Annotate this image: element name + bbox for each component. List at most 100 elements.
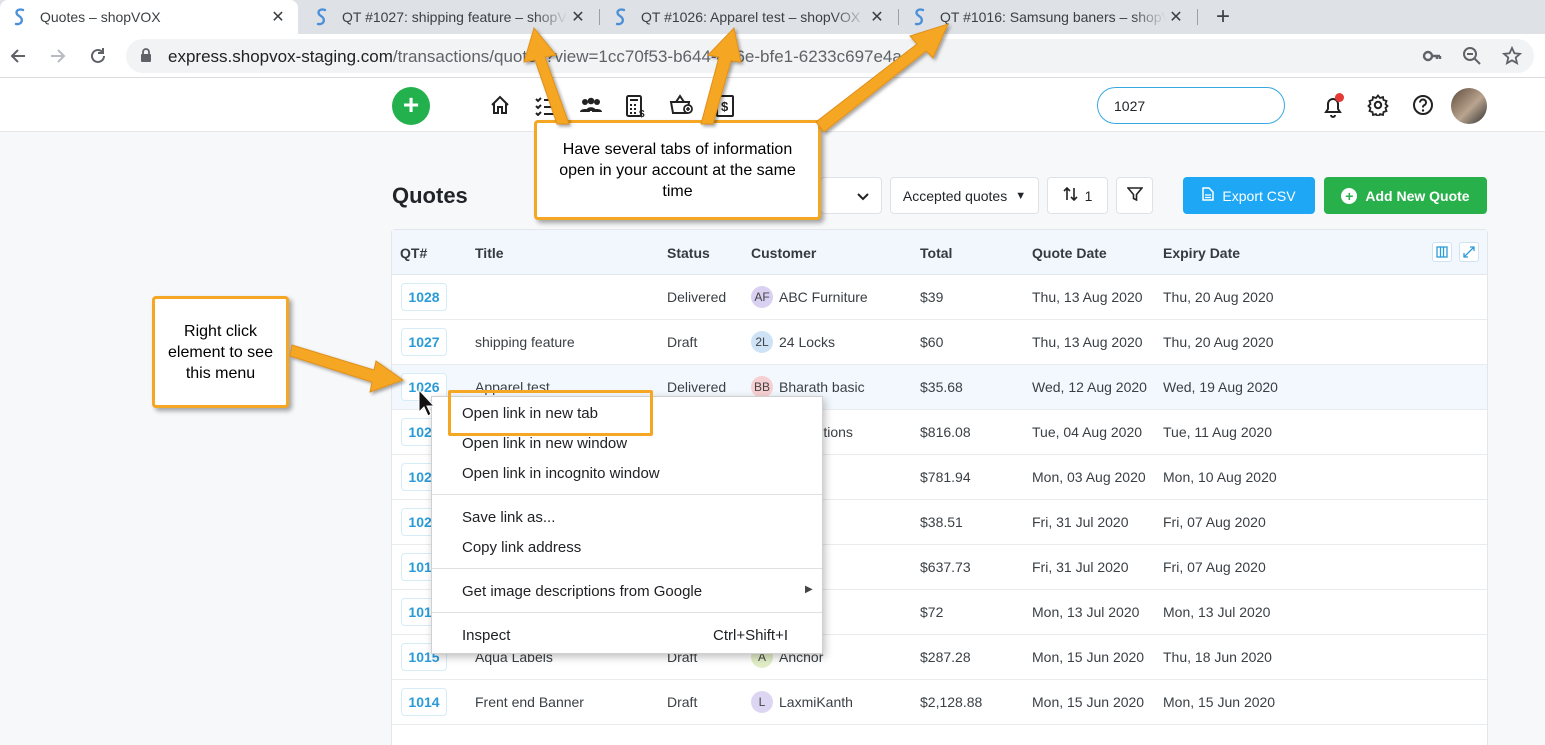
customer-avatar: AF xyxy=(751,286,773,308)
callout-right-click-note: Right click element to see this menu xyxy=(152,296,289,408)
funnel-icon xyxy=(1125,186,1144,205)
quote-status: Delivered xyxy=(667,289,727,305)
quote-total: $287.28 xyxy=(920,649,971,665)
help-icon[interactable] xyxy=(1412,94,1436,118)
inspect-shortcut: Ctrl+Shift+I xyxy=(713,627,789,644)
expiry-date: Thu, 20 Aug 2020 xyxy=(1163,334,1274,350)
menu-item-image-descriptions[interactable]: Get image descriptions from Google xyxy=(462,583,702,600)
reload-icon[interactable] xyxy=(84,42,112,70)
quote-date: Mon, 13 Jul 2020 xyxy=(1032,604,1140,620)
table-row[interactable]: 1028 Delivered AF ABC Furniture $39 Thu, 13 A… xyxy=(392,275,1487,320)
filter-label: Accepted quotes xyxy=(902,187,1008,204)
columns-icon[interactable] xyxy=(1432,242,1452,262)
home-icon[interactable] xyxy=(489,94,513,118)
bookmark-star-icon[interactable] xyxy=(1501,45,1523,66)
browser-tab-qt-1027[interactable]: QT #1027: shipping feature – shopVOX ✕ xyxy=(302,0,598,34)
avatar[interactable] xyxy=(1451,88,1487,124)
customer-name: LaxmiKanth xyxy=(779,694,853,710)
column-header[interactable]: Quote Date xyxy=(1032,245,1107,261)
key-icon[interactable] xyxy=(1422,46,1442,66)
export-csv-button[interactable]: Export CSV xyxy=(1183,177,1315,214)
quote-title: Frent end Banner xyxy=(475,694,584,710)
submenu-arrow-icon: ▶ xyxy=(805,584,813,595)
chevron-down-icon xyxy=(857,188,869,204)
column-header[interactable]: Expiry Date xyxy=(1163,245,1240,261)
browser-tab-qt-1016[interactable]: QT #1016: Samsung baners – shopVOX ✕ xyxy=(900,0,1196,34)
quick-add-button[interactable]: + xyxy=(392,87,430,125)
plus-circle-icon: + xyxy=(1341,187,1358,204)
column-header[interactable]: QT# xyxy=(400,245,427,261)
close-tab-icon[interactable]: ✕ xyxy=(268,7,288,27)
callout-text: Have several tabs of information open in… xyxy=(559,140,796,200)
customer-name: ABC Furniture xyxy=(779,289,868,305)
menu-item-inspect[interactable]: Inspect xyxy=(462,627,510,644)
quote-date: Fri, 31 Jul 2020 xyxy=(1032,559,1129,575)
menu-item-save-link[interactable]: Save link as... xyxy=(462,509,555,526)
shopvox-favicon-icon xyxy=(912,8,928,26)
add-label: Add New Quote xyxy=(1365,187,1470,204)
header-search-input[interactable] xyxy=(1097,87,1285,124)
back-arrow-icon[interactable] xyxy=(4,42,32,70)
tab-title: QT #1026: Apparel test – shopVOX xyxy=(641,9,861,25)
expiry-date: Fri, 07 Aug 2020 xyxy=(1163,514,1266,530)
column-header[interactable]: Total xyxy=(920,245,952,261)
calculator-icon[interactable]: $ xyxy=(624,94,648,120)
quote-total: $781.94 xyxy=(920,469,971,485)
lock-icon xyxy=(140,48,152,68)
menu-item-open-incognito[interactable]: Open link in incognito window xyxy=(462,465,660,482)
quote-total: $60 xyxy=(920,334,944,350)
quote-date: Wed, 12 Aug 2020 xyxy=(1032,379,1147,395)
tasks-icon[interactable] xyxy=(534,94,558,118)
add-new-quote-button[interactable]: + Add New Quote xyxy=(1324,177,1487,214)
people-icon[interactable] xyxy=(579,94,603,118)
menu-item-open-new-window[interactable]: Open link in new window xyxy=(462,435,627,452)
expand-icon[interactable] xyxy=(1459,242,1479,262)
qt-number-link[interactable]: 1027 xyxy=(401,328,447,356)
close-tab-icon[interactable]: ✕ xyxy=(1166,7,1186,27)
svg-text:$: $ xyxy=(721,99,729,114)
qt-number-link[interactable]: 1028 xyxy=(401,283,447,311)
export-label: Export CSV xyxy=(1222,187,1296,204)
sort-icon xyxy=(1063,186,1079,205)
file-icon xyxy=(1202,187,1215,204)
quote-total: $35.68 xyxy=(920,379,963,395)
column-header[interactable]: Status xyxy=(667,245,710,261)
svg-text:$: $ xyxy=(639,109,645,118)
browser-tab-quotes[interactable]: Quotes – shopVOX ✕ xyxy=(0,0,298,34)
filter-button[interactable] xyxy=(1116,177,1153,214)
quote-total: $39 xyxy=(920,289,944,305)
close-tab-icon[interactable]: ✕ xyxy=(867,7,887,27)
shopvox-favicon-icon xyxy=(12,8,28,26)
table-row[interactable]: 1014 Frent end Banner Draft L LaxmiKanth $2,1… xyxy=(392,680,1487,725)
gear-icon[interactable] xyxy=(1367,94,1391,118)
sort-count: 1 xyxy=(1084,187,1093,204)
view-select[interactable] xyxy=(820,177,882,214)
expiry-date: Tue, 11 Aug 2020 xyxy=(1163,424,1272,440)
qt-number-link[interactable]: 1014 xyxy=(401,688,447,716)
quote-title: shipping feature xyxy=(475,334,575,350)
tab-divider xyxy=(898,9,899,25)
close-tab-icon[interactable]: ✕ xyxy=(568,7,588,27)
table-row[interactable]: 1027 shipping feature Draft 2L 24 Locks $60 Th… xyxy=(392,320,1487,365)
menu-divider xyxy=(432,494,822,495)
page-title: Quotes xyxy=(392,183,468,208)
quote-date: Thu, 13 Aug 2020 xyxy=(1032,289,1143,305)
expiry-date: Mon, 15 Jun 2020 xyxy=(1163,694,1276,710)
menu-divider xyxy=(432,568,822,569)
address-bar[interactable]: express.shopvox-staging.com/transactions… xyxy=(126,39,1534,73)
quote-status: Draft xyxy=(667,694,698,710)
invoice-icon[interactable]: $ xyxy=(714,94,738,118)
basket-icon[interactable] xyxy=(669,94,693,118)
column-header[interactable]: Title xyxy=(475,245,504,261)
customer-name: 24 Locks xyxy=(779,334,836,350)
expiry-date: Mon, 13 Jul 2020 xyxy=(1163,604,1271,620)
menu-item-copy-link[interactable]: Copy link address xyxy=(462,539,581,556)
quote-filter-dropdown[interactable]: Accepted quotes ▼ xyxy=(890,177,1039,214)
sort-button[interactable]: 1 xyxy=(1047,177,1108,214)
new-tab-icon[interactable]: + xyxy=(1210,0,1236,34)
quote-date: Mon, 15 Jun 2020 xyxy=(1032,649,1145,665)
zoom-icon[interactable] xyxy=(1462,46,1482,66)
column-header[interactable]: Customer xyxy=(751,245,816,261)
forward-arrow-icon[interactable] xyxy=(44,42,72,70)
browser-tab-qt-1026[interactable]: QT #1026: Apparel test – shopVOX ✕ xyxy=(601,0,897,34)
